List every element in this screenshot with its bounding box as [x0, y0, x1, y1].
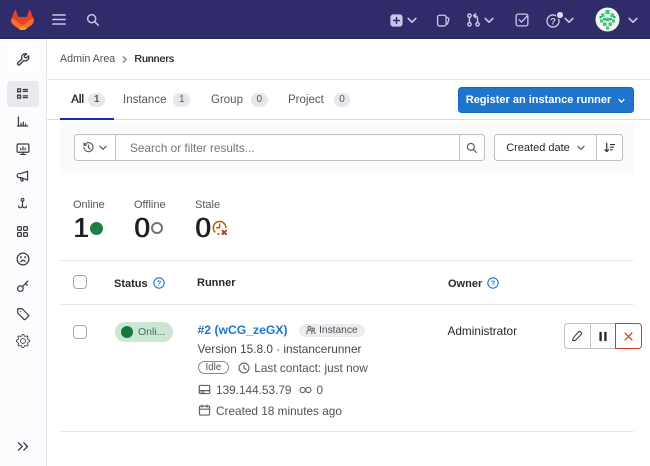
svg-text:?: ? — [491, 279, 496, 288]
svg-text:?: ? — [550, 17, 556, 28]
svg-text:?: ? — [156, 279, 161, 288]
